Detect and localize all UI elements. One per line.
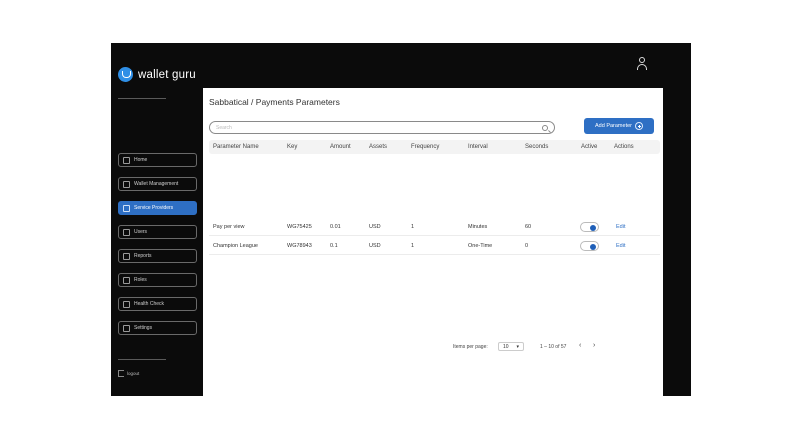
cell-seconds: 0 bbox=[525, 243, 529, 249]
table-header: Parameter Name Key Amount Assets Frequen… bbox=[209, 140, 660, 154]
cell-seconds: 60 bbox=[525, 224, 532, 230]
items-per-page-select[interactable]: 10 ▾ bbox=[498, 342, 524, 351]
sidebar-item-label: Home bbox=[134, 157, 148, 163]
logout-button[interactable]: logout bbox=[118, 370, 139, 377]
active-toggle[interactable] bbox=[580, 222, 599, 232]
wallet-logo-icon bbox=[118, 67, 133, 82]
edit-link[interactable]: Edit bbox=[616, 224, 625, 230]
next-page-button[interactable]: › bbox=[593, 342, 595, 349]
table-row[interactable]: Pay per view WG75425 0.01 USD 1 Minutes … bbox=[209, 218, 660, 236]
cell-frequency: 1 bbox=[411, 224, 415, 230]
logout-icon bbox=[118, 370, 124, 377]
cell-amount: 0.1 bbox=[330, 243, 338, 249]
column-header-frequency[interactable]: Frequency bbox=[411, 144, 439, 150]
search-placeholder: Search bbox=[216, 124, 232, 131]
search-icon[interactable] bbox=[542, 124, 548, 131]
home-icon bbox=[123, 156, 130, 164]
breadcrumb: Sabbatical / Payments Parameters bbox=[209, 97, 340, 107]
column-header-actions[interactable]: Actions bbox=[614, 144, 634, 150]
brand-logo[interactable]: wallet guru bbox=[118, 67, 196, 82]
user-avatar-icon[interactable] bbox=[636, 57, 648, 71]
sidebar-item-service-providers[interactable]: Service Providers bbox=[118, 201, 197, 215]
prev-page-button[interactable]: ‹ bbox=[579, 342, 581, 349]
gear-icon bbox=[123, 324, 130, 332]
column-header-assets[interactable]: Assets bbox=[369, 144, 387, 150]
sidebar-item-roles[interactable]: Roles bbox=[118, 273, 197, 287]
table-row[interactable]: Champion League WG78943 0.1 USD 1 One-Ti… bbox=[209, 237, 660, 255]
sidebar-item-label: Roles bbox=[134, 277, 147, 283]
users-icon bbox=[123, 228, 130, 236]
add-parameter-label: Add Parameter bbox=[595, 123, 632, 129]
column-header-parameter-name[interactable]: Parameter Name bbox=[213, 144, 259, 150]
sidebar-item-users[interactable]: Users bbox=[118, 225, 197, 239]
sidebar-item-reports[interactable]: Reports bbox=[118, 249, 197, 263]
top-bar bbox=[203, 43, 663, 88]
cell-parameter-name: Pay per view bbox=[213, 224, 245, 230]
sidebar-item-label: Settings bbox=[134, 325, 153, 331]
sidebar-item-label: Wallet Management bbox=[134, 181, 179, 187]
wallet-icon bbox=[123, 180, 130, 188]
column-header-seconds[interactable]: Seconds bbox=[525, 144, 548, 150]
chevron-down-icon: ▾ bbox=[516, 343, 519, 350]
pagination: Items per page: 10 ▾ 1 – 10 of 57 ‹ › bbox=[0, 342, 800, 353]
items-per-page-value: 10 bbox=[502, 343, 509, 350]
cell-frequency: 1 bbox=[411, 243, 415, 249]
reports-icon bbox=[123, 252, 130, 260]
cell-assets: USD bbox=[369, 243, 381, 249]
roles-icon bbox=[123, 276, 130, 284]
sidebar-item-label: Users bbox=[134, 229, 148, 235]
cell-key: WG78943 bbox=[287, 243, 312, 249]
logout-label: logout bbox=[127, 371, 140, 376]
sidebar-item-home[interactable]: Home bbox=[118, 153, 197, 167]
cell-interval: Minutes bbox=[468, 224, 488, 230]
plus-circle-icon bbox=[635, 122, 643, 130]
sidebar-item-label: Service Providers bbox=[134, 205, 174, 211]
add-parameter-button[interactable]: Add Parameter bbox=[584, 118, 654, 134]
column-header-key[interactable]: Key bbox=[287, 144, 297, 150]
sidebar-item-label: Health Check bbox=[134, 301, 165, 307]
service-providers-icon bbox=[123, 204, 130, 212]
column-header-interval[interactable]: Interval bbox=[468, 144, 488, 150]
sidebar-divider-bottom bbox=[118, 359, 166, 360]
cell-parameter-name: Champion League bbox=[213, 243, 258, 249]
sidebar-item-settings[interactable]: Settings bbox=[118, 321, 197, 335]
sidebar-item-label: Reports bbox=[134, 253, 152, 259]
search-input[interactable]: Search bbox=[209, 121, 555, 134]
cell-interval: One-Time bbox=[468, 243, 493, 249]
health-check-icon bbox=[123, 300, 130, 308]
sidebar-divider-top bbox=[118, 98, 166, 99]
page-range: 1 – 10 of 57 bbox=[540, 344, 567, 350]
brand-name: wallet guru bbox=[138, 68, 196, 81]
edit-link[interactable]: Edit bbox=[616, 243, 625, 249]
cell-amount: 0.01 bbox=[330, 224, 341, 230]
cell-assets: USD bbox=[369, 224, 381, 230]
cell-key: WG75425 bbox=[287, 224, 312, 230]
column-header-active[interactable]: Active bbox=[581, 144, 597, 150]
sidebar-item-wallet-management[interactable]: Wallet Management bbox=[118, 177, 197, 191]
active-toggle[interactable] bbox=[580, 241, 599, 251]
sidebar-item-health-check[interactable]: Health Check bbox=[118, 297, 197, 311]
items-per-page-label: Items per page: bbox=[453, 344, 488, 350]
column-header-amount[interactable]: Amount bbox=[330, 144, 351, 150]
